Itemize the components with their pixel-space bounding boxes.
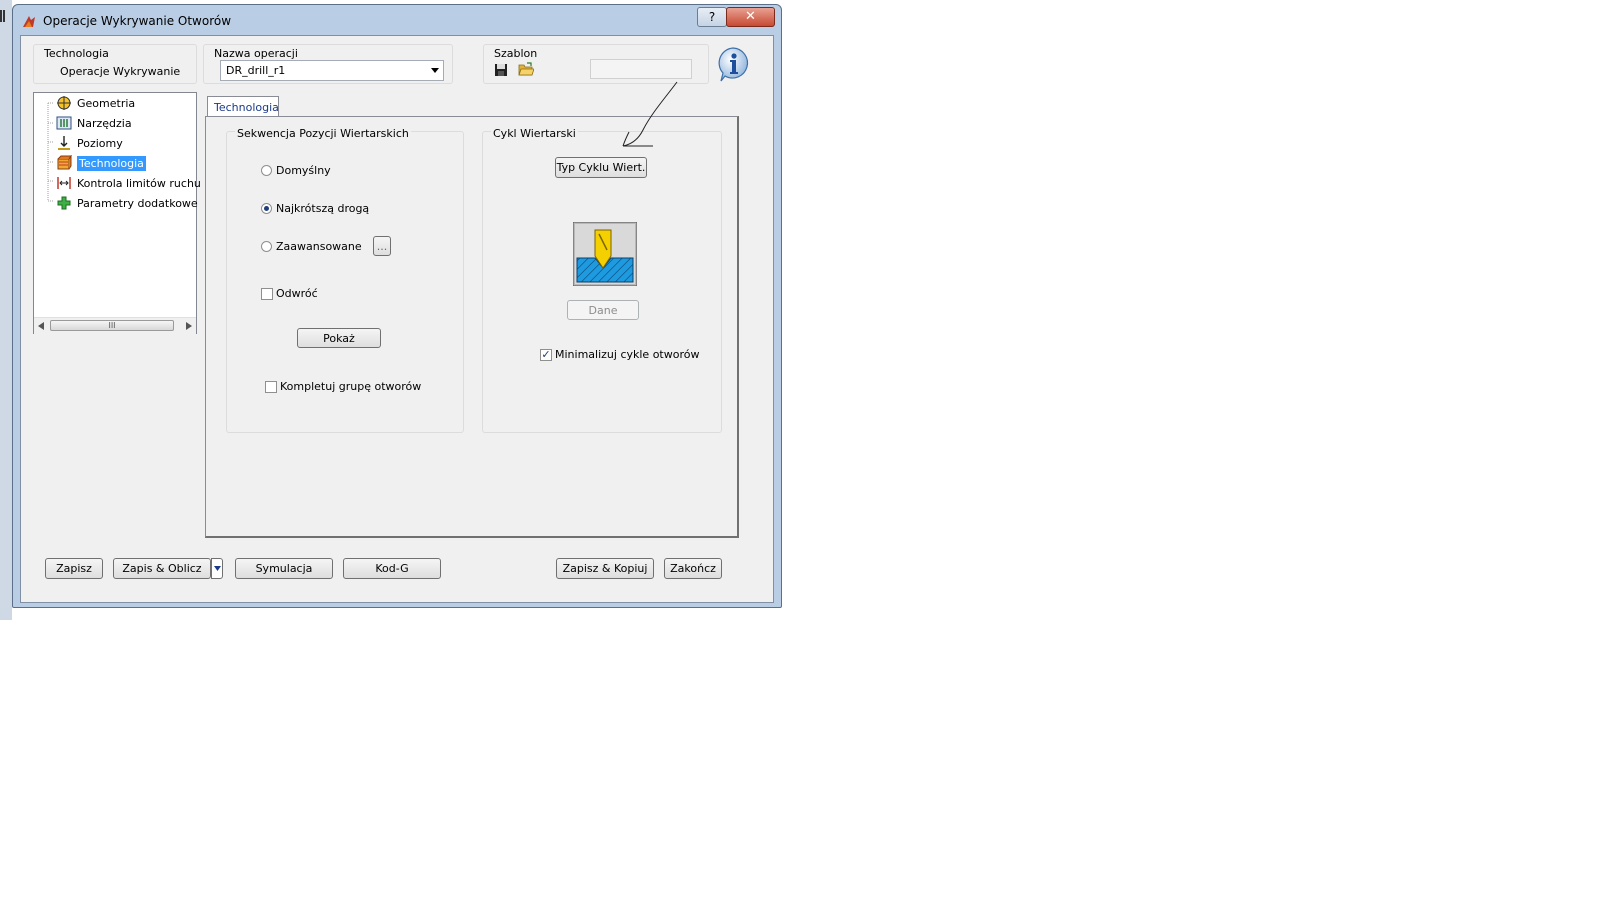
operation-name-value: DR_drill_r1 [226,64,286,77]
operation-name-group: Nazwa operacji DR_drill_r1 [203,44,453,84]
title-bar[interactable]: Operacje Wykrywanie Otworów ? ✕ [13,5,781,35]
cycle-type-button[interactable]: Typ Cyklu Wiert. [555,157,647,178]
tree-item-label: Narzędzia [77,116,132,130]
minimize-cycles-checkbox[interactable]: ✓ Minimalizuj cykle otworów [540,348,699,361]
save-calculate-dropdown[interactable] [211,558,223,579]
tree-item-additional-params[interactable]: Parametry dodatkowe [56,193,201,213]
tab-content-panel: Sekwencja Pozycji Wiertarskich Domyślny … [205,116,739,538]
open-folder-icon[interactable] [518,62,534,76]
add-params-icon [57,196,71,210]
complete-group-checkbox-box[interactable] [265,380,277,393]
complete-group-checkbox-label: Kompletuj grupę otworów [280,380,422,393]
dialog-window: Operacje Wykrywanie Otworów ? ✕ Technolo… [12,4,782,608]
reverse-checkbox[interactable]: Odwróć [261,287,318,300]
dialog-client-area: Technologia Operacje Wykrywanie Nazwa op… [20,35,774,603]
app-icon [23,16,35,27]
technology-group: Technologia Operacje Wykrywanie [33,44,197,84]
template-group: Szablon [483,44,709,84]
radio-shortest-path[interactable]: Najkrótszą drogą [261,202,369,215]
save-calculate-button[interactable]: Zapis & Oblicz [113,558,211,579]
technology-value: Operacje Wykrywanie [60,65,181,78]
dropdown-arrow-icon [431,68,439,73]
help-button[interactable]: ? [697,7,727,27]
technology-label: Technologia [44,47,109,60]
radio-advanced-label: Zaawansowane [276,240,362,253]
reverse-checkbox-box[interactable] [261,287,273,300]
advanced-options-button[interactable]: ... [373,236,391,256]
template-field[interactable] [590,59,692,79]
radio-shortest-path-indicator[interactable] [261,203,272,214]
simulation-button[interactable]: Symulacja [235,558,333,579]
scroll-thumb[interactable]: III [50,320,174,331]
tree-item-label: Parametry dodatkowe [77,196,198,210]
radio-advanced[interactable]: Zaawansowane [261,240,362,253]
tree-item-label: Technologia [77,155,146,171]
tree-list: Geometria Narzędzia Poziomy Technologia … [56,93,201,213]
tab-technology[interactable]: Technologia [207,96,279,116]
tree-item-levels[interactable]: Poziomy [56,133,201,153]
save-copy-button[interactable]: Zapisz & Kopiuj [556,558,654,579]
tree-item-technology[interactable]: Technologia [56,153,201,173]
minimize-cycles-checkbox-box[interactable]: ✓ [540,348,552,361]
tree-item-geometry[interactable]: Geometria [56,93,201,113]
radio-shortest-path-label: Najkrótszą drogą [276,202,370,215]
data-button[interactable]: Dane [567,300,639,320]
motion-limits-icon [57,177,71,189]
drill-cycle-preview-icon[interactable] [573,222,637,286]
finish-button[interactable]: Zakończ [664,558,722,579]
tree-item-motion-limits[interactable]: Kontrola limitów ruchu [56,173,201,193]
complete-group-checkbox[interactable]: Kompletuj grupę otworów [265,380,421,393]
show-button[interactable]: Pokaż [297,328,381,348]
scroll-left-icon[interactable] [38,322,44,330]
minimize-cycles-checkbox-label: Minimalizuj cykle otworów [555,348,700,361]
desktop-window-edge [0,10,5,22]
tree-item-tools[interactable]: Narzędzia [56,113,201,133]
window-title: Operacje Wykrywanie Otworów [43,14,232,28]
geometry-icon [57,96,71,110]
tree-horizontal-scrollbar[interactable]: III [34,317,196,334]
annotation-arrow [622,81,678,147]
desktop-background-strip [0,0,12,620]
operation-name-combobox[interactable]: DR_drill_r1 [220,60,444,81]
radio-advanced-indicator[interactable] [261,241,272,252]
tools-icon [56,116,72,130]
navigation-tree[interactable]: Geometria Narzędzia Poziomy Technologia … [33,92,201,334]
save-button[interactable]: Zapisz [45,558,103,579]
tree-item-label: Poziomy [77,136,123,150]
info-icon[interactable] [715,46,751,82]
reverse-checkbox-label: Odwróć [276,287,318,300]
operation-name-label: Nazwa operacji [214,47,298,60]
template-label: Szablon [494,47,538,60]
save-template-icon[interactable] [494,63,508,77]
dropdown-arrow-icon [214,566,221,571]
close-button[interactable]: ✕ [726,7,775,27]
tree-item-label: Geometria [77,96,136,110]
tab-technology-label: Technologia [214,101,279,114]
radio-default-label: Domyślny [276,164,331,177]
scroll-right-icon[interactable] [186,322,192,330]
gcode-button[interactable]: Kod-G [343,558,441,579]
tree-item-label: Kontrola limitów ruchu [77,176,201,190]
levels-icon [58,136,70,150]
radio-default-indicator[interactable] [261,165,272,176]
radio-default[interactable]: Domyślny [261,164,331,177]
drilling-sequence-group: Sekwencja Pozycji Wiertarskich Domyślny … [226,127,464,433]
drilling-cycle-group: Cykl Wiertarski Typ Cyklu Wiert. Dane ✓ … [482,127,722,433]
technology-icon [57,155,72,170]
drilling-cycle-title: Cykl Wiertarski [491,127,578,140]
drilling-sequence-title: Sekwencja Pozycji Wiertarskich [235,127,411,140]
